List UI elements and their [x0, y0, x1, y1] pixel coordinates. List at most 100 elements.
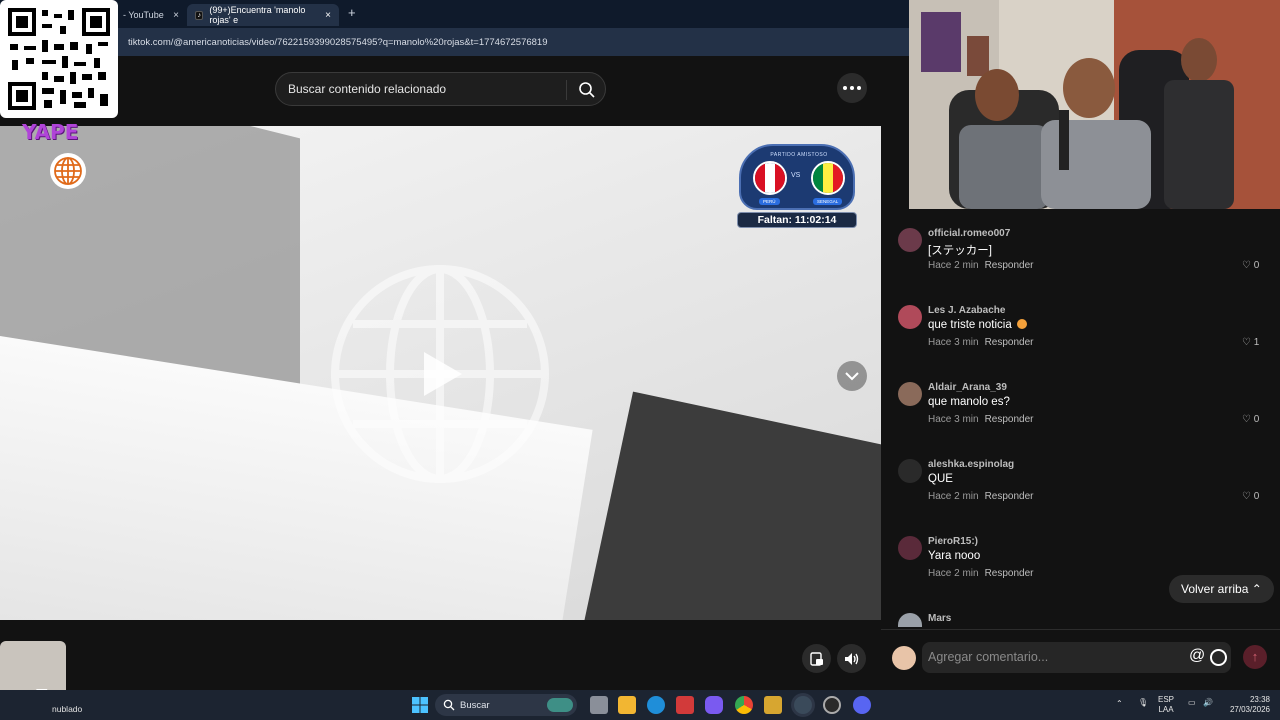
like-button[interactable]: ♡ 1: [1242, 337, 1259, 348]
language-code: ESP: [1158, 695, 1175, 704]
back-to-top-button[interactable]: Volver arriba ⌃: [1169, 575, 1274, 603]
game-icon[interactable]: [764, 696, 782, 714]
comment-time: Hace 2 min: [928, 568, 979, 579]
more-options-button[interactable]: [837, 73, 867, 103]
related-search-box[interactable]: Buscar contenido relacionado: [275, 72, 606, 106]
network-icon[interactable]: ▭: [1188, 698, 1196, 708]
heart-icon: ♡: [1242, 260, 1251, 271]
reply-button[interactable]: Responder: [985, 568, 1034, 579]
comment-time: Hace 2 min: [928, 491, 979, 502]
url-text[interactable]: tiktok.com/@americanoticias/video/762215…: [128, 37, 548, 48]
composer-divider: [881, 629, 1280, 630]
file-explorer-icon[interactable]: [618, 696, 636, 714]
chrome-active-icon[interactable]: [794, 696, 812, 714]
webcam-overlay: [909, 0, 1280, 209]
comment-username[interactable]: PieroR15:): [928, 536, 978, 547]
comment-text: [ステッカー]: [928, 245, 992, 257]
sad-face-emoji-icon: [1016, 319, 1027, 329]
mention-icon[interactable]: @: [1189, 647, 1205, 665]
reply-button[interactable]: Responder: [985, 260, 1034, 271]
weather-text[interactable]: nublado: [52, 704, 82, 714]
chevron-down-icon[interactable]: [837, 361, 867, 391]
comment-meta: Hace 2 min Responder: [928, 491, 1034, 502]
team-right-label: SENEGAL: [813, 198, 843, 205]
windows-taskbar: nublado Buscar ⌃ 🎙 ESP LAA ▭ 🔊 23:38 27/…: [0, 690, 1280, 720]
copilot-icon[interactable]: [705, 696, 723, 714]
comment-username[interactable]: Les J. Azabache: [928, 305, 1005, 316]
comment-time: Hace 3 min: [928, 414, 979, 425]
search-highlight-icon: [547, 698, 573, 712]
volume-button[interactable]: [837, 644, 866, 673]
tiktok-icon: ♪: [195, 10, 204, 20]
comment-time: Hace 3 min: [928, 337, 979, 348]
picture-in-picture-button[interactable]: [802, 644, 831, 673]
avatar[interactable]: [898, 536, 922, 560]
reply-button[interactable]: Responder: [985, 414, 1034, 425]
chevron-up-icon[interactable]: ⌃: [1116, 699, 1123, 709]
team-left-label: PERÚ: [759, 198, 780, 205]
avatar[interactable]: [898, 459, 922, 483]
heart-icon: ♡: [1242, 337, 1251, 348]
new-tab-button[interactable]: +: [348, 5, 356, 20]
keyboard-layout: LAA: [1158, 705, 1174, 714]
comment-username[interactable]: Aldair_Arana_39: [928, 382, 1007, 393]
clock-time: 23:38: [1249, 695, 1270, 704]
avatar[interactable]: [898, 382, 922, 406]
tab-close-icon[interactable]: ×: [325, 10, 331, 21]
app-icon[interactable]: [676, 696, 694, 714]
clock-date: 27/03/2026: [1229, 705, 1270, 714]
avatar[interactable]: [892, 646, 916, 670]
like-button[interactable]: ♡ 0: [1242, 260, 1259, 271]
taskbar-search-label: Buscar: [460, 700, 490, 711]
reply-button[interactable]: Responder: [985, 337, 1034, 348]
search-input[interactable]: Buscar contenido relacionado: [288, 82, 446, 96]
avatar[interactable]: [898, 228, 922, 252]
like-count: 0: [1253, 260, 1260, 271]
avatar[interactable]: [898, 613, 922, 627]
obs-icon[interactable]: [823, 696, 841, 714]
like-button[interactable]: ♡ 0: [1242, 414, 1259, 425]
search-icon[interactable]: [578, 81, 596, 99]
comment-username[interactable]: aleshka.espinolag: [928, 459, 1014, 470]
browser-tab-bar: - YouTube × ♪ (99+)Encuentra 'manolo roj…: [0, 0, 910, 28]
comment-meta: Hace 2 min Responder: [928, 260, 1034, 271]
windows-start-icon[interactable]: [411, 696, 429, 714]
comment-username[interactable]: official.romeo007: [928, 228, 1010, 239]
address-bar[interactable]: tiktok.com/@americanoticias/video/762215…: [0, 28, 910, 56]
match-caption: PARTIDO AMISTOSO: [770, 152, 828, 158]
microphone-icon[interactable]: 🎙: [1138, 698, 1148, 708]
tab-youtube[interactable]: - YouTube ×: [115, 4, 187, 26]
tab-close-icon[interactable]: ×: [173, 10, 179, 21]
discord-icon[interactable]: [853, 696, 871, 714]
comment-text: Yara nooo: [928, 550, 981, 562]
globe-icon: [50, 153, 86, 189]
task-view-icon[interactable]: [590, 696, 608, 714]
like-button[interactable]: ♡ 0: [1242, 491, 1259, 502]
video-player[interactable]: PARTIDO AMISTOSO VS PERÚ SENEGAL Faltan:…: [0, 126, 881, 620]
back-to-top-label: Volver arriba: [1181, 582, 1249, 596]
chrome-icon[interactable]: [735, 696, 753, 714]
play-icon[interactable]: [424, 352, 462, 396]
peru-flag-icon: [753, 161, 787, 195]
emoji-icon[interactable]: [1210, 649, 1227, 666]
match-card: PARTIDO AMISTOSO VS PERÚ SENEGAL Faltan:…: [737, 144, 857, 230]
comment-text-row: que triste noticia: [928, 319, 1027, 331]
speaker-icon: [844, 652, 858, 665]
comment-meta: Hace 3 min Responder: [928, 414, 1034, 425]
pip-icon: [809, 651, 823, 666]
webcam-feed: [909, 0, 1280, 209]
edge-icon[interactable]: [647, 696, 665, 714]
comment-username[interactable]: Mars: [928, 613, 951, 624]
volume-icon[interactable]: 🔊: [1203, 698, 1213, 708]
reply-button[interactable]: Responder: [985, 491, 1034, 502]
match-badge: PARTIDO AMISTOSO VS PERÚ SENEGAL: [739, 144, 855, 210]
system-clock[interactable]: 23:38 27/03/2026: [1222, 695, 1270, 715]
tab-tiktok[interactable]: ♪ (99+)Encuentra 'manolo rojas' e ×: [187, 4, 339, 26]
send-button[interactable]: ↑: [1243, 645, 1267, 669]
comment-meta: Hace 3 min Responder: [928, 337, 1034, 348]
arrow-up-icon: ↑: [1251, 649, 1259, 664]
avatar[interactable]: [898, 305, 922, 329]
language-indicator[interactable]: ESP LAA: [1158, 695, 1174, 715]
comment-input[interactable]: Agregar comentario... @: [922, 642, 1231, 673]
taskbar-search[interactable]: Buscar: [435, 694, 577, 716]
